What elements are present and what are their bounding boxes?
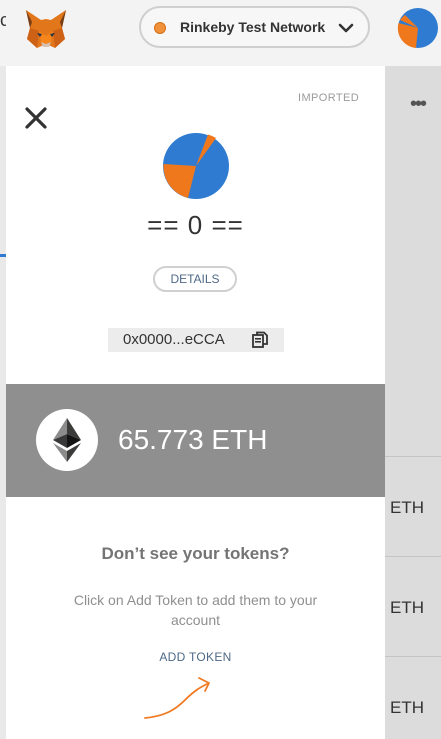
metamask-fox-icon[interactable] [22, 6, 70, 52]
background-token-row: ETH [390, 698, 424, 717]
background-divider [385, 456, 441, 457]
address-text: 0x0000...eCCA [123, 331, 225, 348]
background-window-text: c [0, 10, 6, 30]
imported-badge: IMPORTED [298, 92, 360, 104]
app-header: c Rinkeby Test Network [0, 0, 441, 66]
balance-section: 65.773 ETH [6, 384, 385, 497]
chevron-down-icon [338, 23, 354, 33]
network-label: Rinkeby Test Network [180, 19, 326, 35]
account-details-modal: IMPORTED == 0 == DETAILS 0x0000...eCCA 6… [6, 66, 385, 739]
account-avatar-icon[interactable] [396, 6, 440, 50]
background-page-right [385, 66, 441, 739]
account-identicon [163, 133, 229, 199]
background-divider [385, 556, 441, 557]
add-token-button[interactable]: ADD TOKEN [6, 650, 385, 664]
no-tokens-description: Click on Add Token to add them to your a… [73, 592, 318, 628]
annotation-arrow-icon [144, 677, 210, 719]
close-icon[interactable] [24, 106, 48, 130]
account-name: == 0 == [147, 210, 244, 240]
copy-icon[interactable] [251, 331, 269, 349]
no-tokens-heading: Don’t see your tokens? [101, 544, 290, 563]
more-options-icon[interactable]: ••• [410, 93, 427, 116]
background-divider [385, 656, 441, 657]
network-selector[interactable]: Rinkeby Test Network [139, 6, 370, 48]
network-status-dot [154, 22, 166, 34]
ethereum-icon [36, 409, 98, 471]
background-token-row: ETH [390, 498, 424, 517]
account-address[interactable]: 0x0000...eCCA [108, 328, 284, 352]
eth-balance: 65.773 ETH [118, 424, 268, 455]
background-token-row: ETH [390, 598, 424, 617]
details-button[interactable]: DETAILS [153, 266, 237, 292]
